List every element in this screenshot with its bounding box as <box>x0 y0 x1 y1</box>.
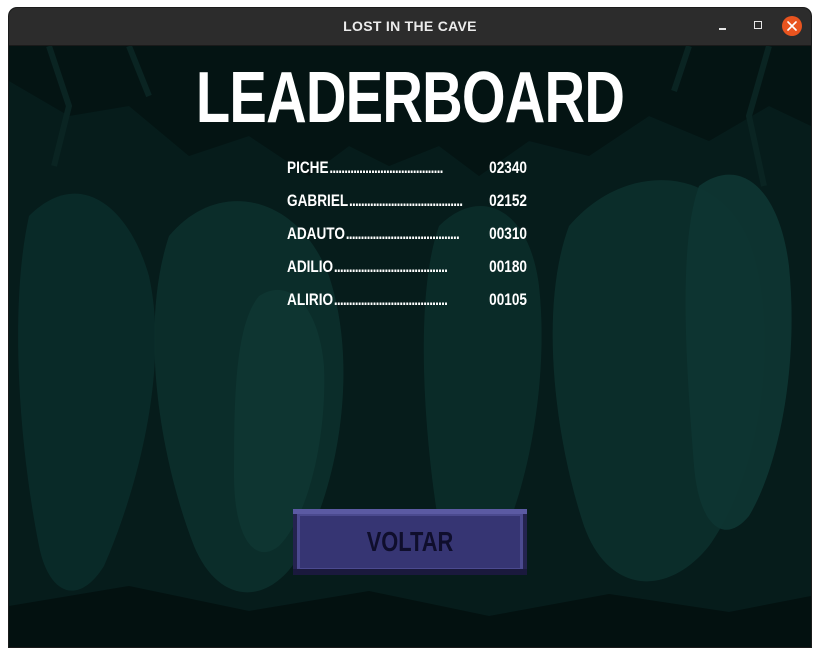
leaderboard-row: PICHE ..................................… <box>287 156 533 189</box>
leaderboard-row: ALIRIO .................................… <box>287 288 533 321</box>
close-button[interactable] <box>782 16 802 36</box>
window-title: LOST IN THE CAVE <box>343 18 477 34</box>
player-score: 00310 <box>489 224 527 243</box>
player-name: ALIRIO <box>287 290 334 309</box>
player-score: 00105 <box>489 290 527 309</box>
game-window: LOST IN THE CAVE LEADERBOARD PICHE .....… <box>9 8 811 647</box>
player-name: ADILIO <box>287 257 334 276</box>
dot-leader: ...................................... <box>329 158 443 177</box>
player-name: GABRIEL <box>287 191 349 210</box>
player-score: 02152 <box>489 191 527 210</box>
player-name: ADAUTO <box>287 224 345 243</box>
player-name: PICHE <box>287 158 329 177</box>
leaderboard-row: ADAUTO .................................… <box>287 222 533 255</box>
back-button[interactable]: VOLTAR <box>293 509 527 575</box>
dot-leader: ...................................... <box>345 224 460 243</box>
minimize-button[interactable] <box>713 16 733 36</box>
player-score: 00180 <box>489 257 527 276</box>
dot-leader: ...................................... <box>333 290 448 309</box>
close-icon <box>787 21 797 31</box>
leaderboard-row: ADILIO .................................… <box>287 255 533 288</box>
dot-leader: ...................................... <box>349 191 463 210</box>
dot-leader: ...................................... <box>333 257 448 276</box>
leaderboard-heading: LEADERBOARD <box>195 58 625 138</box>
leaderboard-list: PICHE ..................................… <box>287 156 533 321</box>
leaderboard-row: GABRIEL ................................… <box>287 189 533 222</box>
title-bar[interactable]: LOST IN THE CAVE <box>9 8 811 46</box>
player-score: 02340 <box>489 158 527 177</box>
back-button-label: VOLTAR <box>366 526 454 557</box>
maximize-button[interactable] <box>748 16 768 36</box>
